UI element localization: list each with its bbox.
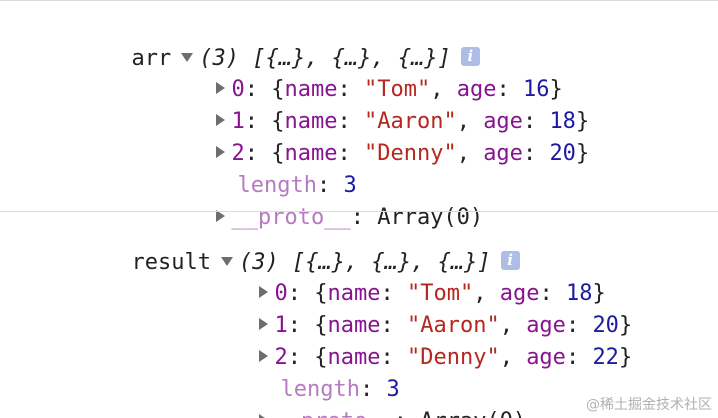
length-property: length: 3: [280, 377, 400, 402]
array-item[interactable]: 2: {name: "Denny", age: 22}: [180, 316, 632, 370]
number-value: 20: [549, 141, 576, 166]
proto-key: __proto__: [274, 409, 393, 418]
proto-property[interactable]: __proto__: Array(0): [180, 380, 526, 418]
caret-right-icon[interactable]: [259, 414, 269, 418]
number-value: 22: [592, 345, 619, 370]
array-item[interactable]: 0: {name: "Tom", age: 18}: [180, 252, 606, 306]
array-header[interactable]: arr (3) [{…}, {…}, {…}] i: [52, 17, 480, 71]
array-header[interactable]: result (3) [{…}, {…}, {…}] i: [52, 221, 520, 275]
devtools-console: arr (3) [{…}, {…}, {…}] i 0: {name: "Tom",…: [0, 0, 718, 418]
length-property: length: 3: [237, 173, 357, 198]
array-item[interactable]: 1: {name: "Aaron", age: 18}: [137, 80, 589, 134]
array-item[interactable]: 2: {name: "Denny", age: 20}: [137, 112, 589, 166]
proto-property[interactable]: __proto__: Array(0): [137, 176, 483, 230]
watermark: @稀土掘金技术社区: [586, 397, 712, 413]
property-key: age: [483, 141, 523, 166]
proto-value: Array(0): [420, 409, 526, 418]
string-value: "Denny": [406, 345, 500, 370]
array-item[interactable]: 1: {name: "Aaron", age: 20}: [180, 284, 632, 338]
property-key: age: [526, 345, 566, 370]
console-entry-result: result (3) [{…}, {…}, {…}] i 0: {name: "To…: [0, 212, 718, 418]
console-entry-arr: arr (3) [{…}, {…}, {…}] i 0: {name: "Tom",…: [0, 0, 718, 230]
string-value: "Denny": [363, 141, 457, 166]
array-item[interactable]: 0: {name: "Tom", age: 16}: [137, 48, 563, 102]
